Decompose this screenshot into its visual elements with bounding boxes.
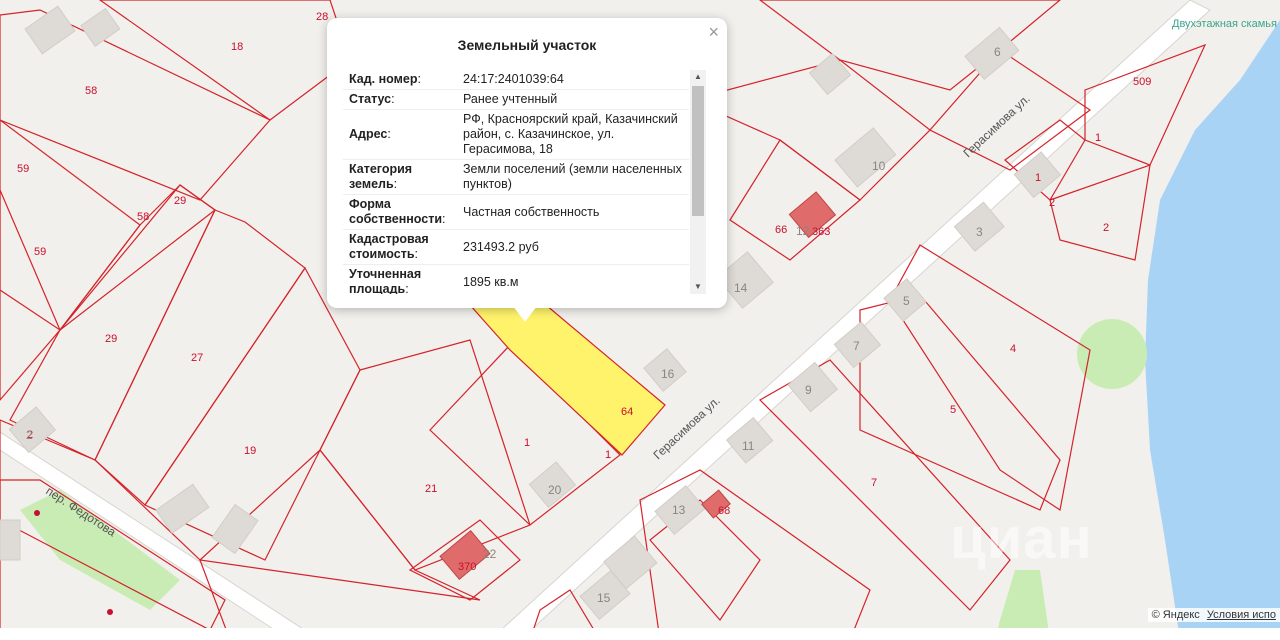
property-value: РФ, Красноярский край, Казачинский район… (457, 109, 689, 160)
scrollbar-thumb[interactable] (692, 86, 704, 216)
house-number: 5 (903, 294, 910, 308)
poi-dot (34, 510, 40, 516)
plot-label: 1 (605, 449, 611, 461)
popup-pointer (513, 306, 537, 322)
property-value: 231493.2 руб (457, 229, 689, 265)
house-number: 9 (805, 383, 812, 397)
property-key: Форма собственности (349, 197, 443, 226)
plot-label: 19 (244, 445, 256, 457)
property-row: Кад. номер: 24:17:2401039:64 (343, 70, 689, 90)
property-row: Категория земель: Земли поселений (земли… (343, 159, 689, 195)
plot-label: 59 (34, 246, 46, 258)
property-key: Уточненная площадь (349, 267, 422, 294)
watermark: циан (950, 506, 1093, 571)
plot-label: 29 (174, 195, 186, 207)
terms-link[interactable]: Условия испо (1207, 609, 1276, 621)
plot-label: 59 (17, 163, 29, 175)
popup-title: Земельный участок (457, 37, 597, 53)
plot-label: 64 (621, 406, 633, 418)
property-key: Кад. номер (349, 72, 418, 86)
plot-label: 29 (105, 333, 117, 345)
map-attribution: © Яндекс Условия испо (1147, 608, 1280, 622)
poi-label[interactable]: Двухэтажная скамья (1172, 18, 1277, 30)
plot-label: 2 (1049, 197, 1055, 209)
plot-label: 66 (775, 224, 787, 236)
house-number: 13 (672, 503, 686, 517)
property-row: Кадастровая стоимость: 231493.2 руб (343, 229, 689, 265)
plot-label: 68 (718, 505, 730, 517)
plot-label: 21 (425, 483, 437, 495)
property-value: Земли поселений (земли населенных пункто… (457, 159, 689, 195)
property-value: 24:17:2401039:64 (457, 70, 689, 90)
property-row: Уточненная площадь: 1895 кв.м (343, 264, 689, 294)
house-number: 7 (853, 339, 860, 353)
plot-label: 4 (1010, 343, 1016, 355)
house-number: 12 (796, 224, 810, 238)
plot-label: 1 (1095, 132, 1101, 144)
house-number: 14 (734, 281, 748, 295)
plot-label: 1 (524, 437, 530, 449)
plot-label: 509 (1133, 76, 1151, 88)
scroll-up-arrow-icon[interactable]: ▲ (690, 70, 706, 84)
house-number: 15 (597, 591, 611, 605)
poi-dot (107, 609, 113, 615)
property-key: Категория земель (349, 162, 413, 191)
parcel-popup: × Земельный участок Кад. номер: 24:17:24… (327, 18, 727, 308)
plot-label: 363 (812, 226, 830, 238)
property-value: Ранее учтенный (457, 89, 689, 110)
parcel-properties-table: Кад. номер: 24:17:2401039:64 Статус: Ран… (343, 70, 689, 294)
property-row: Адрес: РФ, Красноярский край, Казачински… (343, 109, 689, 160)
plot-label: 7 (871, 477, 877, 489)
plot-label: 2 (1103, 222, 1109, 234)
popup-body[interactable]: Кад. номер: 24:17:2401039:64 Статус: Ран… (343, 70, 689, 294)
house-number: 16 (661, 367, 675, 381)
bottom-bar (0, 628, 1280, 640)
park-area (1077, 319, 1147, 389)
house-number: 6 (994, 45, 1001, 59)
property-row: Статус: Ранее учтенный (343, 89, 689, 110)
plot-label: 1 (1035, 172, 1041, 184)
house-number: 10 (872, 159, 886, 173)
property-row: Форма собственности: Частная собственнос… (343, 194, 689, 230)
copyright-text: © Яндекс (1151, 609, 1200, 621)
plot-label: 27 (191, 352, 203, 364)
house-number: 20 (548, 483, 562, 497)
plot-label: 28 (316, 11, 328, 23)
plot-label: 18 (231, 41, 243, 53)
popup-scrollbar[interactable]: ▲ ▼ (690, 70, 706, 294)
plot-label: 58 (137, 211, 149, 223)
house-number: 22 (483, 547, 497, 561)
property-key: Адрес (349, 127, 388, 141)
plot-label: 58 (85, 85, 97, 97)
plot-label: 5 (950, 404, 956, 416)
house-number: 3 (976, 225, 983, 239)
plot-label: 370 (458, 561, 476, 573)
scroll-down-arrow-icon[interactable]: ▼ (690, 280, 706, 294)
property-value: 1895 кв.м (457, 264, 689, 294)
house-number: 11 (742, 439, 755, 453)
house-number: 2 (26, 428, 33, 442)
property-key: Статус (349, 92, 392, 106)
property-value: Частная собственность (457, 194, 689, 230)
